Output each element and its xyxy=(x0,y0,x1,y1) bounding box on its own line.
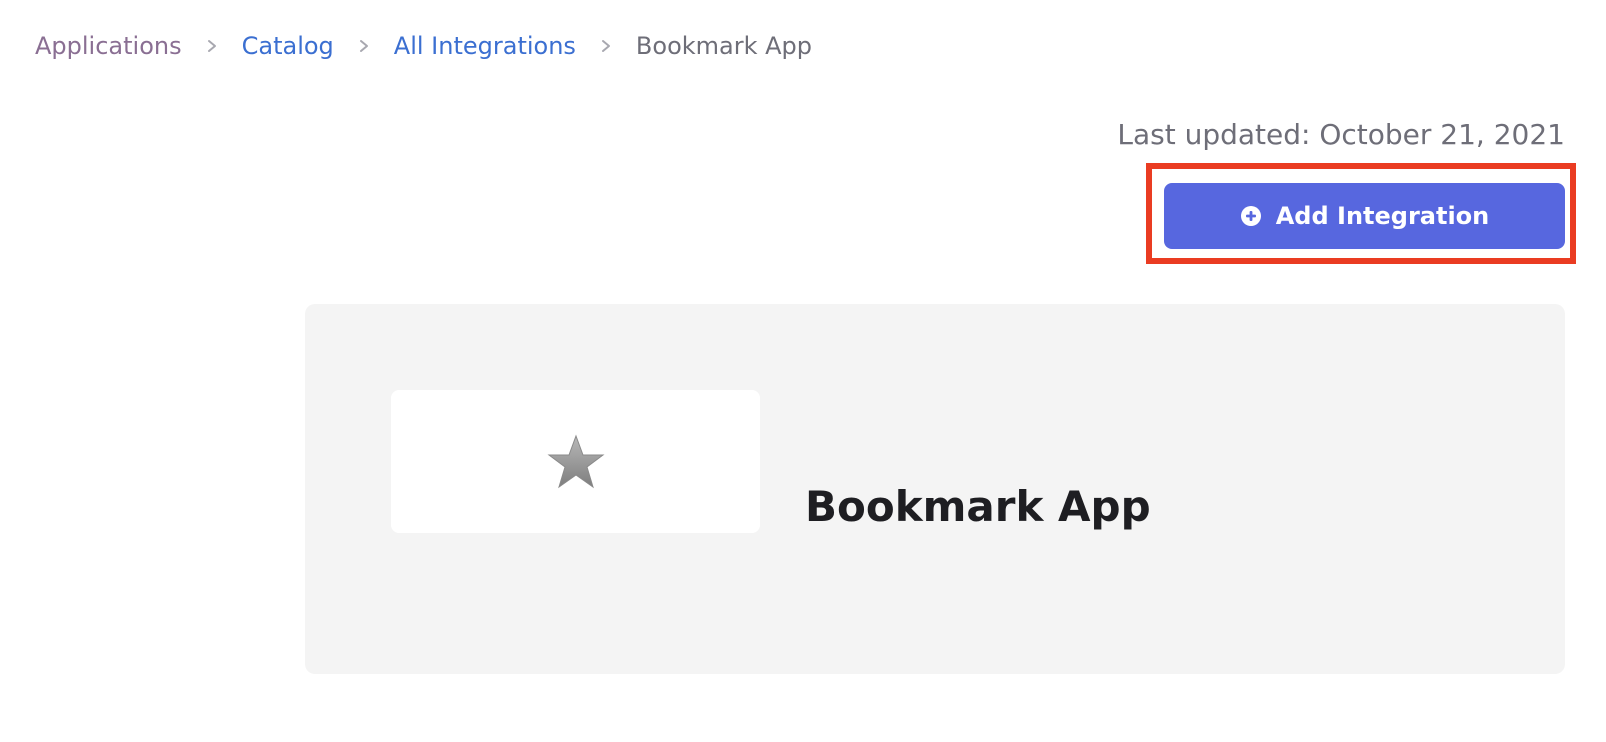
breadcrumb-current: Bookmark App xyxy=(635,32,813,60)
chevron-right-icon xyxy=(358,39,370,53)
app-title: Bookmark App xyxy=(805,482,1151,531)
add-integration-label: Add Integration xyxy=(1275,202,1490,230)
plus-circle-icon xyxy=(1240,205,1262,227)
breadcrumb: Applications Catalog All Integrations Bo… xyxy=(35,28,812,64)
star-icon xyxy=(547,434,604,488)
app-header-card: Bookmark App xyxy=(305,304,1565,674)
chevron-right-icon xyxy=(600,39,612,53)
page: Applications Catalog All Integrations Bo… xyxy=(0,0,1606,742)
breadcrumb-applications[interactable]: Applications xyxy=(35,32,182,60)
add-integration-button[interactable]: Add Integration xyxy=(1164,183,1565,249)
breadcrumb-catalog[interactable]: Catalog xyxy=(242,32,334,60)
breadcrumb-all-integrations[interactable]: All Integrations xyxy=(394,32,576,60)
last-updated-text: Last updated: October 21, 2021 xyxy=(1117,118,1565,151)
chevron-right-icon xyxy=(206,39,218,53)
app-logo xyxy=(391,390,760,533)
